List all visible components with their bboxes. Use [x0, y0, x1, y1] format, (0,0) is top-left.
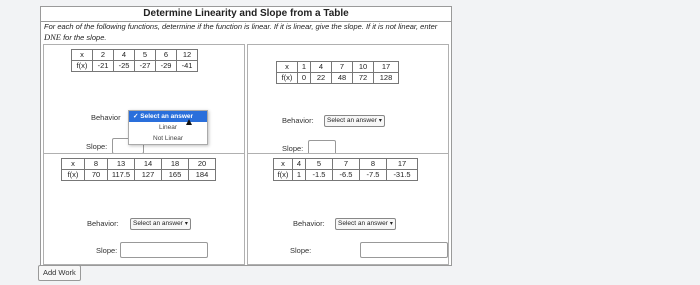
- table-cell: 8: [359, 158, 387, 170]
- behavior-label: Behavior:: [293, 219, 325, 228]
- table-cell: 48: [331, 72, 353, 84]
- x-header: x: [276, 61, 298, 73]
- table-cell: 5: [134, 49, 156, 61]
- slope-label: Slope:: [282, 144, 304, 153]
- table-cell: 20: [188, 158, 216, 170]
- x-header: x: [273, 158, 293, 170]
- table-cell: 7: [331, 61, 353, 73]
- table-cell: -7.5: [359, 169, 387, 181]
- behavior-select[interactable]: Select an answer ▾: [130, 218, 191, 230]
- slope-label: Slope:: [86, 142, 108, 151]
- table-cell: -27: [134, 60, 156, 72]
- function-card-3: x 8 13 14 18 20 f(x) 70 117.5 127 165 18…: [43, 153, 245, 265]
- table-cell: -21: [92, 60, 114, 72]
- fx-header: f(x): [71, 60, 93, 72]
- table-cell: 8: [84, 158, 108, 170]
- chevron-down-icon: ▾: [378, 118, 382, 124]
- fx-header: f(x): [276, 72, 298, 84]
- table-cell: 72: [352, 72, 374, 84]
- table-cell: 12: [176, 49, 198, 61]
- table-cell: 70: [84, 169, 108, 181]
- chevron-down-icon: ▾: [389, 221, 393, 227]
- function-card-2: x 1 4 7 10 17 f(x) 0 22 48 72 128 Behavi…: [247, 44, 449, 156]
- fx-header: f(x): [273, 169, 293, 181]
- fx-header: f(x): [61, 169, 85, 181]
- table-cell: 6: [155, 49, 177, 61]
- table-cell: 14: [134, 158, 162, 170]
- table-cell: 127: [134, 169, 162, 181]
- table-cell: 18: [161, 158, 189, 170]
- table-cell: -6.5: [332, 169, 360, 181]
- function-table-2: x 1 4 7 10 17 f(x) 0 22 48 72 128: [276, 61, 399, 84]
- table-cell: 17: [373, 61, 399, 73]
- function-card-1: x 2 4 5 6 12 f(x) -21 -25 -27 -29 -41 Be…: [43, 44, 245, 154]
- dropdown-option[interactable]: Linear: [129, 122, 207, 133]
- behavior-label: Behavior:: [87, 219, 119, 228]
- behavior-dropdown-menu[interactable]: ✓ Select an answer Linear Not Linear: [128, 110, 208, 145]
- table-cell: 22: [310, 72, 332, 84]
- table-row: x 8 13 14 18 20: [61, 158, 216, 170]
- table-row: x 2 4 5 6 12: [71, 49, 198, 61]
- table-cell: 17: [386, 158, 418, 170]
- table-cell: 4: [292, 158, 306, 170]
- table-row: f(x) 0 22 48 72 128: [276, 72, 399, 84]
- x-header: x: [61, 158, 85, 170]
- table-cell: -41: [176, 60, 198, 72]
- table-cell: -29: [155, 60, 177, 72]
- x-header: x: [71, 49, 93, 61]
- function-table-4: x 4 5 7 8 17 f(x) 1 -1.5 -6.5 -7.5 -31.5: [273, 158, 418, 181]
- table-cell: 184: [188, 169, 216, 181]
- dne-keyword: DNE: [44, 32, 61, 42]
- behavior-select[interactable]: Select an answer ▾: [335, 218, 396, 230]
- table-cell: 165: [161, 169, 189, 181]
- behavior-select[interactable]: Select an answer ▾: [324, 115, 385, 127]
- table-row: f(x) 1 -1.5 -6.5 -7.5 -31.5: [273, 169, 418, 181]
- table-cell: 117.5: [107, 169, 135, 181]
- table-cell: 5: [305, 158, 333, 170]
- table-row: x 4 5 7 8 17: [273, 158, 418, 170]
- problem-panel: Determine Linearity and Slope from a Tab…: [40, 6, 452, 266]
- table-cell: -31.5: [386, 169, 418, 181]
- table-cell: 4: [310, 61, 332, 73]
- table-cell: 1: [292, 169, 306, 181]
- table-cell: -25: [113, 60, 135, 72]
- chevron-down-icon: ▾: [184, 221, 188, 227]
- slope-label: Slope:: [290, 246, 312, 255]
- table-cell: 13: [107, 158, 135, 170]
- slope-input[interactable]: [360, 242, 448, 258]
- table-cell: 4: [113, 49, 135, 61]
- table-cell: 1: [297, 61, 311, 73]
- check-icon: ✓: [133, 113, 139, 120]
- slope-input[interactable]: [120, 242, 208, 258]
- table-cell: 128: [373, 72, 399, 84]
- behavior-label: Behavior:: [282, 116, 314, 125]
- function-table-3: x 8 13 14 18 20 f(x) 70 117.5 127 165 18…: [61, 158, 216, 181]
- table-cell: 2: [92, 49, 114, 61]
- behavior-label: Behavior: [91, 113, 121, 122]
- mouse-cursor-icon: [186, 119, 192, 125]
- dropdown-option[interactable]: ✓ Select an answer: [129, 111, 207, 122]
- instructions: For each of the following functions, det…: [44, 22, 438, 42]
- page-title: Determine Linearity and Slope from a Tab…: [41, 7, 451, 22]
- dropdown-option[interactable]: Not Linear: [129, 133, 207, 144]
- function-table-1: x 2 4 5 6 12 f(x) -21 -25 -27 -29 -41: [71, 49, 198, 72]
- table-cell: 7: [332, 158, 360, 170]
- table-row: x 1 4 7 10 17: [276, 61, 399, 73]
- table-cell: -1.5: [305, 169, 333, 181]
- function-card-4: x 4 5 7 8 17 f(x) 1 -1.5 -6.5 -7.5 -31.5…: [247, 153, 449, 265]
- slope-label: Slope:: [96, 246, 118, 255]
- table-cell: 0: [297, 72, 311, 84]
- table-row: f(x) -21 -25 -27 -29 -41: [71, 60, 198, 72]
- table-cell: 10: [352, 61, 374, 73]
- table-row: f(x) 70 117.5 127 165 184: [61, 169, 216, 181]
- add-work-button[interactable]: Add Work: [38, 265, 81, 281]
